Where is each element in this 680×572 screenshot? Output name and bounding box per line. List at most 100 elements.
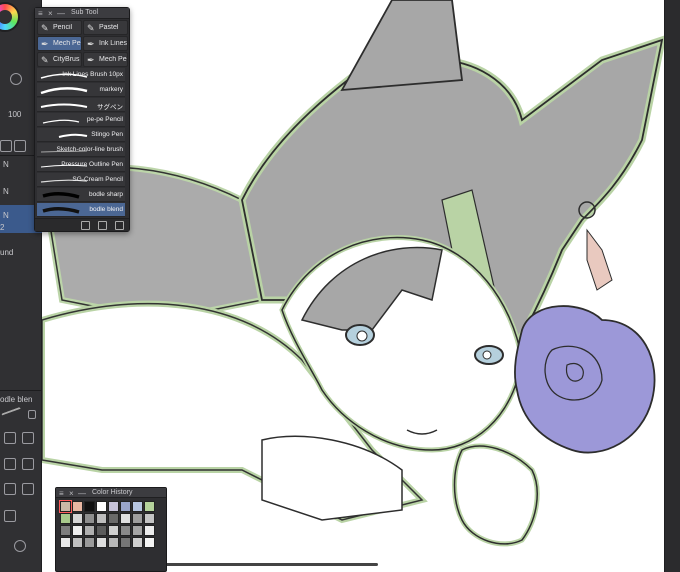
color-swatch[interactable] <box>108 513 119 524</box>
divider <box>0 390 42 391</box>
brush-item[interactable]: Ink Lines Brush 10px <box>37 68 125 82</box>
tab-ink-lines[interactable]: ✒ Ink Lines <box>83 36 128 51</box>
color-swatch[interactable] <box>96 537 107 548</box>
trash-icon[interactable] <box>115 221 124 230</box>
right-panel-edge <box>664 0 680 572</box>
color-swatch[interactable] <box>60 537 71 548</box>
color-history-palette[interactable]: ≡ × — Color History <box>55 487 167 572</box>
color-swatch[interactable] <box>108 501 119 512</box>
color-swatch[interactable] <box>60 513 71 524</box>
tab-label: Pencil <box>53 24 73 31</box>
tab-label: Mech Pe <box>53 40 81 47</box>
color-swatch[interactable] <box>120 513 131 524</box>
brush-name: Pressure Outline Pen <box>61 161 123 168</box>
add-icon[interactable] <box>81 221 90 230</box>
brush-item[interactable]: サグペン <box>37 98 125 112</box>
stepper-icon[interactable] <box>22 432 34 444</box>
layer-label-2: N <box>3 187 9 196</box>
tab-pastel[interactable]: ✎ Pastel <box>83 20 128 35</box>
pastel-icon: ✎ <box>87 23 95 33</box>
color-swatch[interactable] <box>72 513 83 524</box>
color-swatch[interactable] <box>84 513 95 524</box>
collapse-icon[interactable]: — <box>57 9 65 18</box>
color-swatch[interactable] <box>144 537 155 548</box>
brush-name: markery <box>99 86 123 93</box>
color-swatch[interactable] <box>120 501 131 512</box>
zoom-value[interactable]: 100 <box>8 110 21 119</box>
color-swatch[interactable] <box>84 525 95 536</box>
collapse-icon[interactable]: — <box>78 489 86 498</box>
palette-titlebar[interactable]: ≡ × — Color History <box>56 488 166 498</box>
brush-size-icon[interactable] <box>1 406 23 422</box>
layer-label-3: N <box>3 211 9 220</box>
mech-pen-icon: ✒ <box>41 39 49 49</box>
tab-label: Ink Lines <box>99 40 128 47</box>
brush-item[interactable]: SG-Cream Pencil <box>37 173 125 187</box>
color-swatch[interactable] <box>96 513 107 524</box>
color-swatch[interactable] <box>72 501 83 512</box>
layer-label-1: N <box>3 160 9 169</box>
settings-icon[interactable] <box>10 73 22 85</box>
tab-label: CityBrus <box>53 56 80 63</box>
color-swatch[interactable] <box>120 525 131 536</box>
color-swatch[interactable] <box>72 525 83 536</box>
color-swatch[interactable] <box>84 537 95 548</box>
close-icon[interactable]: × <box>48 9 53 18</box>
square-icon[interactable] <box>0 140 12 152</box>
color-swatch[interactable] <box>120 537 131 548</box>
stepper-icon[interactable] <box>4 483 16 495</box>
tab-label: Mech Pe <box>99 56 127 63</box>
color-swatch[interactable] <box>72 537 83 548</box>
mech-pen-icon: ✒ <box>87 55 95 65</box>
duplicate-icon[interactable] <box>98 221 107 230</box>
color-swatch[interactable] <box>96 525 107 536</box>
brush-name: SG-Cream Pencil <box>72 176 123 183</box>
clip-studio-window: 100 N N N 2 und odle blen ≡ × — Sub Tool… <box>0 0 680 572</box>
color-wheel[interactable] <box>0 2 20 32</box>
stepper-icon[interactable] <box>22 483 34 495</box>
color-swatch[interactable] <box>132 537 143 548</box>
lock-icon[interactable] <box>28 410 36 419</box>
brush-name: Stingo Pen <box>91 131 123 138</box>
palette-titlebar[interactable]: ≡ × — Sub Tool <box>35 8 129 19</box>
stroke-preview <box>42 192 80 199</box>
tab-pencil[interactable]: ✎ Pencil <box>37 20 82 35</box>
color-swatch[interactable] <box>84 501 95 512</box>
color-swatch[interactable] <box>144 501 155 512</box>
stepper-icon[interactable] <box>22 458 34 470</box>
brush-item[interactable]: pe-pe Pencil <box>37 113 125 127</box>
brush-name: Ink Lines Brush 10px <box>62 71 123 78</box>
brush-item[interactable]: Sketch-color-line brush <box>37 143 125 157</box>
color-swatch[interactable] <box>59 500 72 513</box>
stepper-icon[interactable] <box>4 458 16 470</box>
brush-item-selected[interactable]: bodle blend <box>37 203 125 217</box>
tab-mech-pen[interactable]: ✒ Mech Pe <box>37 36 82 51</box>
tab-mech-pen-2[interactable]: ✒ Mech Pe <box>83 52 128 67</box>
close-icon[interactable]: × <box>69 489 74 498</box>
color-swatch[interactable] <box>108 537 119 548</box>
trash-icon[interactable] <box>14 140 26 152</box>
color-swatch[interactable] <box>132 525 143 536</box>
color-swatch[interactable] <box>132 513 143 524</box>
palette-footer <box>35 218 129 231</box>
color-swatch[interactable] <box>144 525 155 536</box>
brush-name: サグペン <box>97 104 123 111</box>
color-swatch[interactable] <box>96 501 107 512</box>
brush-item[interactable]: Pressure Outline Pen <box>37 158 125 172</box>
color-swatch[interactable] <box>132 501 143 512</box>
brush-item[interactable]: markery <box>37 83 125 97</box>
stepper-icon[interactable] <box>4 510 16 522</box>
color-swatch[interactable] <box>144 513 155 524</box>
tab-citybrush[interactable]: ✎ CityBrus <box>37 52 82 67</box>
stroke-preview <box>42 207 80 214</box>
color-swatch[interactable] <box>108 525 119 536</box>
sub-tool-palette[interactable]: ≡ × — Sub Tool ✎ Pencil ✎ Pastel ✒ Mech … <box>34 7 130 232</box>
brush-item[interactable]: bodle sharp <box>37 188 125 202</box>
stepper-icon[interactable] <box>4 432 16 444</box>
settings-icon[interactable] <box>14 540 26 552</box>
stroke-preview <box>40 87 88 95</box>
menu-icon[interactable]: ≡ <box>59 489 64 498</box>
brush-item[interactable]: Stingo Pen <box>37 128 125 142</box>
color-swatch[interactable] <box>60 525 71 536</box>
menu-icon[interactable]: ≡ <box>38 9 43 18</box>
